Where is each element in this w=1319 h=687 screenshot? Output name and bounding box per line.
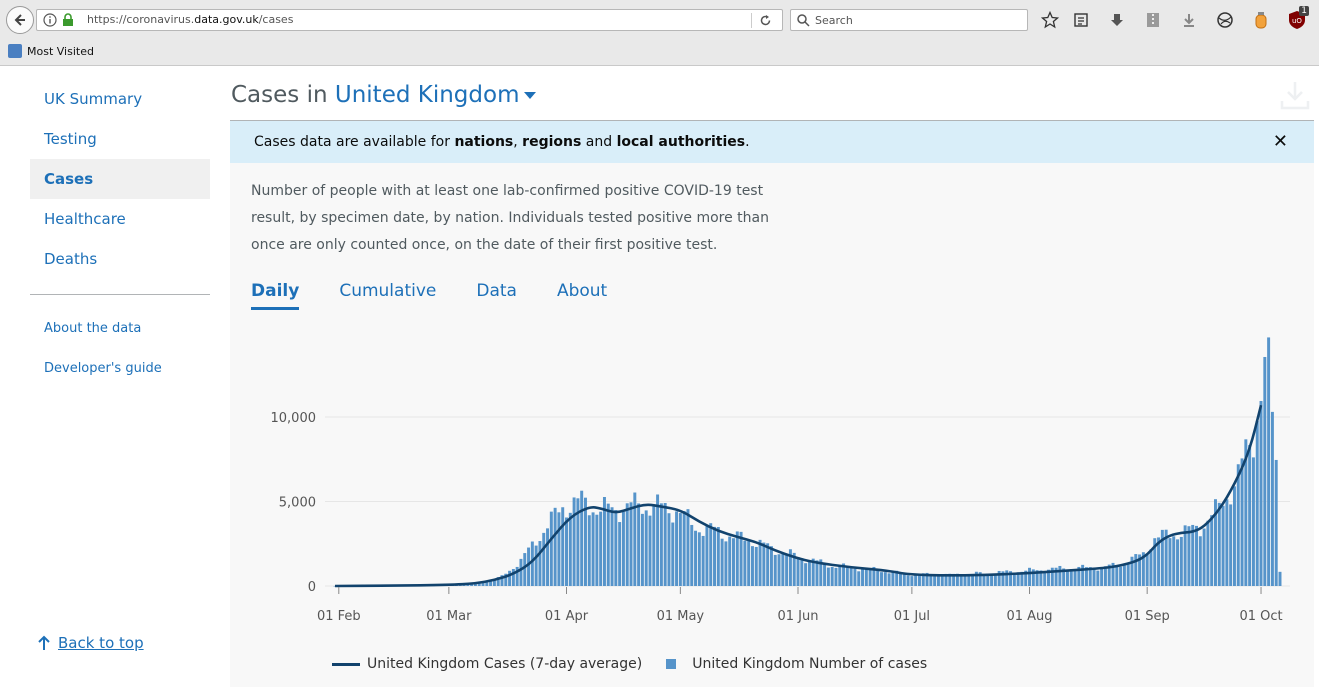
info-banner: Cases data are available for nations, re… xyxy=(230,121,1314,163)
tab-daily[interactable]: Daily xyxy=(251,281,300,310)
globe-extension-icon[interactable] xyxy=(1215,10,1235,30)
bookmark-folder-icon xyxy=(8,44,22,58)
banner-text: Cases data are available for nations, re… xyxy=(254,134,750,150)
back-to-top-label: Back to top xyxy=(58,634,144,652)
arrow-up-icon xyxy=(38,635,50,650)
address-bar[interactable]: https://coronavirus.data.gov.uk/cases xyxy=(36,9,783,31)
close-icon[interactable]: ✕ xyxy=(1273,131,1288,152)
legend-line-swatch xyxy=(332,662,360,666)
regions-link[interactable]: regions xyxy=(522,134,581,150)
chart-tabs: Daily Cumulative Data About xyxy=(251,281,647,310)
local-authorities-link[interactable]: local authorities xyxy=(617,134,746,150)
page-title-prefix: Cases in xyxy=(231,82,328,108)
content-panel: Cases data are available for nations, re… xyxy=(230,120,1314,687)
page-title: Cases in United Kingdom xyxy=(231,82,537,108)
chart-legend: United Kingdom Cases (7-day average) Uni… xyxy=(332,656,927,672)
area-selector-label: United Kingdom xyxy=(334,82,520,108)
area-selector[interactable]: United Kingdom xyxy=(335,82,537,108)
downloads-icon[interactable] xyxy=(1179,10,1199,30)
sidebar-item-healthcare[interactable]: Healthcare xyxy=(30,199,210,239)
caret-down-icon xyxy=(524,92,537,99)
tab-data[interactable]: Data xyxy=(476,281,517,310)
sidebar-item-cases[interactable]: Cases xyxy=(30,159,210,199)
tab-cumulative[interactable]: Cumulative xyxy=(339,281,436,310)
sidebar-divider xyxy=(30,294,210,295)
info-icon[interactable] xyxy=(43,13,57,27)
ublock-shield-icon[interactable]: uO 1 xyxy=(1287,6,1309,30)
badge-count: 1 xyxy=(1299,6,1309,16)
bookmarks-toolbar: Most Visited xyxy=(0,40,1319,66)
reload-icon[interactable] xyxy=(759,14,772,27)
lock-icon xyxy=(63,13,73,26)
reading-list-icon[interactable] xyxy=(1071,10,1091,30)
sidebar-item-testing[interactable]: Testing xyxy=(30,119,210,159)
sidebar-item-uk-summary[interactable]: UK Summary xyxy=(30,79,210,119)
svg-text:uO: uO xyxy=(1292,17,1302,25)
addon-jar-icon[interactable] xyxy=(1251,10,1271,30)
sidebar-item-developers-guide[interactable]: Developer's guide xyxy=(30,349,210,389)
legend-bar-swatch xyxy=(666,659,677,669)
bookmark-label: Most Visited xyxy=(27,44,94,58)
back-to-top-link[interactable]: Back to top xyxy=(38,634,144,652)
nations-link[interactable]: nations xyxy=(454,134,513,150)
sidebar-item-deaths[interactable]: Deaths xyxy=(30,239,210,279)
tab-about[interactable]: About xyxy=(557,281,607,310)
zip-extension-icon[interactable] xyxy=(1143,10,1163,30)
arrow-left-icon xyxy=(14,14,25,26)
legend-bar-label: United Kingdom Number of cases xyxy=(692,656,928,672)
browser-toolbar: https://coronavirus.data.gov.uk/cases Se… xyxy=(0,0,1319,66)
pocket-download-icon[interactable] xyxy=(1107,10,1127,30)
back-button[interactable] xyxy=(6,6,34,34)
chart-description: Number of people with at least one lab-c… xyxy=(251,183,769,253)
navigation-bar: https://coronavirus.data.gov.uk/cases Se… xyxy=(0,0,1319,40)
bookmark-star-icon[interactable] xyxy=(1040,10,1060,30)
side-navigation: UK Summary Testing Cases Healthcare Deat… xyxy=(30,79,210,389)
url-text: https://coronavirus.data.gov.uk/cases xyxy=(87,13,294,26)
search-bar[interactable]: Search xyxy=(790,9,1028,31)
search-icon xyxy=(797,14,810,27)
legend-line-label: United Kingdom Cases (7-day average) xyxy=(367,656,643,672)
sidebar-item-about-the-data[interactable]: About the data xyxy=(30,309,210,349)
bookmark-most-visited[interactable]: Most Visited xyxy=(8,44,94,58)
search-placeholder: Search xyxy=(815,14,853,27)
url-separator xyxy=(751,13,752,28)
download-icon[interactable] xyxy=(1279,79,1311,111)
page: UK Summary Testing Cases Healthcare Deat… xyxy=(0,67,1319,687)
